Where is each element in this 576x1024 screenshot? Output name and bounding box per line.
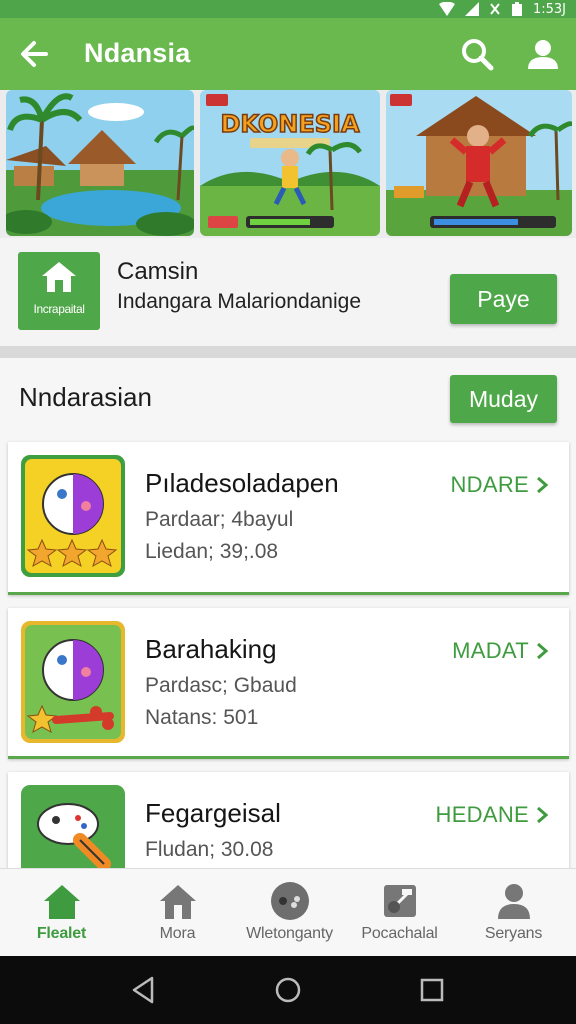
game-info-line: Natans: 501 <box>145 706 259 729</box>
list-item[interactable]: Pıladesoladapen Pardaar; 4bayul Liedan; … <box>8 442 569 595</box>
search-icon[interactable] <box>458 35 496 73</box>
nav-item-label: Wletonganty <box>246 925 333 942</box>
nav-item-home[interactable]: Flealet <box>4 869 119 957</box>
banner-fighter[interactable] <box>386 90 572 236</box>
featured-app-icon-label: Incrapaital <box>33 302 85 316</box>
back-arrow-icon[interactable] <box>16 35 54 73</box>
game-info-line: Liedan; 39;.08 <box>145 540 279 563</box>
app-bar: Ndansia <box>0 18 576 90</box>
chevron-right-icon <box>537 642 549 660</box>
section-heading: Nndarasian <box>19 382 152 412</box>
gamepad-icon <box>271 882 309 920</box>
no-sim-icon <box>490 3 500 15</box>
game-name: Pıladesoladapen <box>145 468 339 498</box>
nav-item-games[interactable]: Wletonganty <box>232 869 347 957</box>
game-name: Barahaking <box>145 634 277 664</box>
person-icon <box>498 884 530 919</box>
chevron-right-icon <box>537 806 549 824</box>
game-icon <box>20 454 126 578</box>
featured-app-subtitle: Indangara Malariondanige <box>117 290 362 313</box>
home-icon <box>44 885 80 919</box>
page-title: Ndansia <box>84 38 191 68</box>
game-info-line: Fludan; 30.08 <box>145 838 274 861</box>
game-tag-label: MADAT <box>452 638 529 663</box>
signal-icon <box>464 2 479 16</box>
system-navigation-bar <box>0 956 576 1024</box>
banner-temple-lake[interactable] <box>6 90 194 236</box>
nav-item-profile[interactable]: Seryans <box>456 869 571 957</box>
wifi-icon <box>438 2 455 16</box>
section-divider <box>0 346 576 358</box>
play-button[interactable]: Paye <box>450 274 557 324</box>
game-tag-link[interactable]: MADAT <box>452 638 549 664</box>
bottom-navigation: Flealet Mora Wletonganty Pocachalal Sery… <box>0 868 576 956</box>
featured-app-icon[interactable]: Incrapaital <box>18 252 100 330</box>
system-back-icon[interactable] <box>128 974 160 1006</box>
banner-dkonesia[interactable]: DKONESIA <box>200 90 380 236</box>
system-recents-icon[interactable] <box>416 974 448 1006</box>
game-tag-link[interactable]: HEDANE <box>436 802 550 828</box>
nav-item-label: Pocachalal <box>361 925 438 942</box>
chevron-right-icon <box>537 476 549 494</box>
featured-app-row[interactable]: Incrapaital Camsin Indangara Malariondan… <box>0 238 576 346</box>
list-item[interactable]: Barahaking Pardasc; Gbaud Natans: 501 MA… <box>8 608 569 759</box>
banner-title: DKONESIA <box>220 110 360 138</box>
banner-carousel[interactable]: DKONESIA <box>0 90 576 238</box>
battery-icon <box>511 2 522 16</box>
games-section: Nndarasian Muday Pıladesoladapen Pardaar… <box>0 358 576 892</box>
nav-item-label: Mora <box>159 925 196 942</box>
puzzle-icon <box>384 885 416 917</box>
game-tag-link[interactable]: NDARE <box>450 472 549 498</box>
game-icon <box>20 620 126 744</box>
game-name: Fegargeisal <box>145 798 281 828</box>
see-more-button[interactable]: Muday <box>450 375 557 423</box>
house-icon <box>42 262 76 292</box>
account-icon[interactable] <box>524 35 562 73</box>
status-bar: 1:53J <box>0 0 576 18</box>
nav-item-more[interactable]: Mora <box>120 869 235 957</box>
nav-item-label: Flealet <box>36 925 87 942</box>
game-info-line: Pardaar; 4bayul <box>145 508 294 531</box>
system-home-icon[interactable] <box>272 974 304 1006</box>
featured-app-name: Camsin <box>117 258 199 285</box>
nav-item-label: Seryans <box>484 925 543 942</box>
nav-item-puzzle[interactable]: Pocachalal <box>342 869 457 957</box>
game-tag-label: NDARE <box>450 472 529 497</box>
game-tag-label: HEDANE <box>435 802 529 827</box>
game-info-line: Pardasc; Gbaud <box>145 674 297 697</box>
house-outline-icon <box>160 885 196 919</box>
status-time: 1:53J <box>532 1 566 17</box>
